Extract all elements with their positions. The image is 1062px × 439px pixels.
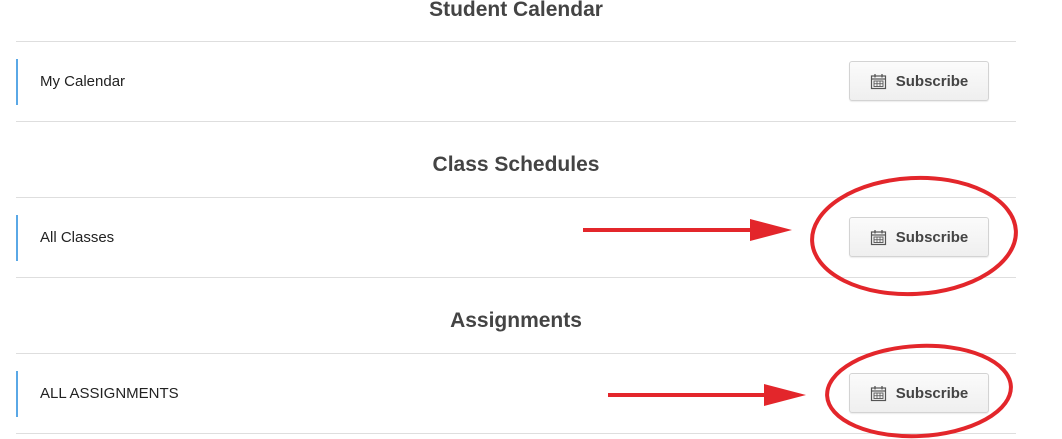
row-accent-bar xyxy=(16,215,18,261)
calendar-row-my-calendar: My Calendar Subscribe xyxy=(16,59,1016,105)
divider xyxy=(16,277,1016,278)
section-title-class-schedules: Class Schedules xyxy=(432,153,600,176)
subscribe-button-label: Subscribe xyxy=(895,72,969,90)
row-accent-bar xyxy=(16,59,18,105)
divider xyxy=(16,197,1016,198)
calendar-icon xyxy=(870,229,886,245)
row-label: My Calendar xyxy=(40,73,126,90)
divider xyxy=(16,433,1016,434)
subscribe-button-label: Subscribe xyxy=(895,228,969,246)
calendar-row-all-classes: All Classes Subscribe xyxy=(16,215,1016,261)
row-label: All Classes xyxy=(40,229,115,246)
row-label: ALL ASSIGNMENTS xyxy=(40,385,179,402)
subscribe-button-label: Subscribe xyxy=(895,384,969,402)
subscribe-button-my-calendar[interactable]: Subscribe xyxy=(849,61,989,101)
calendar-icon xyxy=(870,385,886,401)
subscribe-button-all-assignments[interactable]: Subscribe xyxy=(849,373,989,413)
section-title-student-calendar: Student Calendar xyxy=(429,0,603,21)
row-accent-bar xyxy=(16,371,18,417)
subscribe-button-all-classes[interactable]: Subscribe xyxy=(849,217,989,257)
divider xyxy=(16,41,1016,42)
calendar-icon xyxy=(870,73,886,89)
calendar-row-all-assignments: ALL ASSIGNMENTS Subscribe xyxy=(16,371,1016,417)
section-title-assignments: Assignments xyxy=(450,309,582,332)
divider xyxy=(16,353,1016,354)
divider xyxy=(16,121,1016,122)
